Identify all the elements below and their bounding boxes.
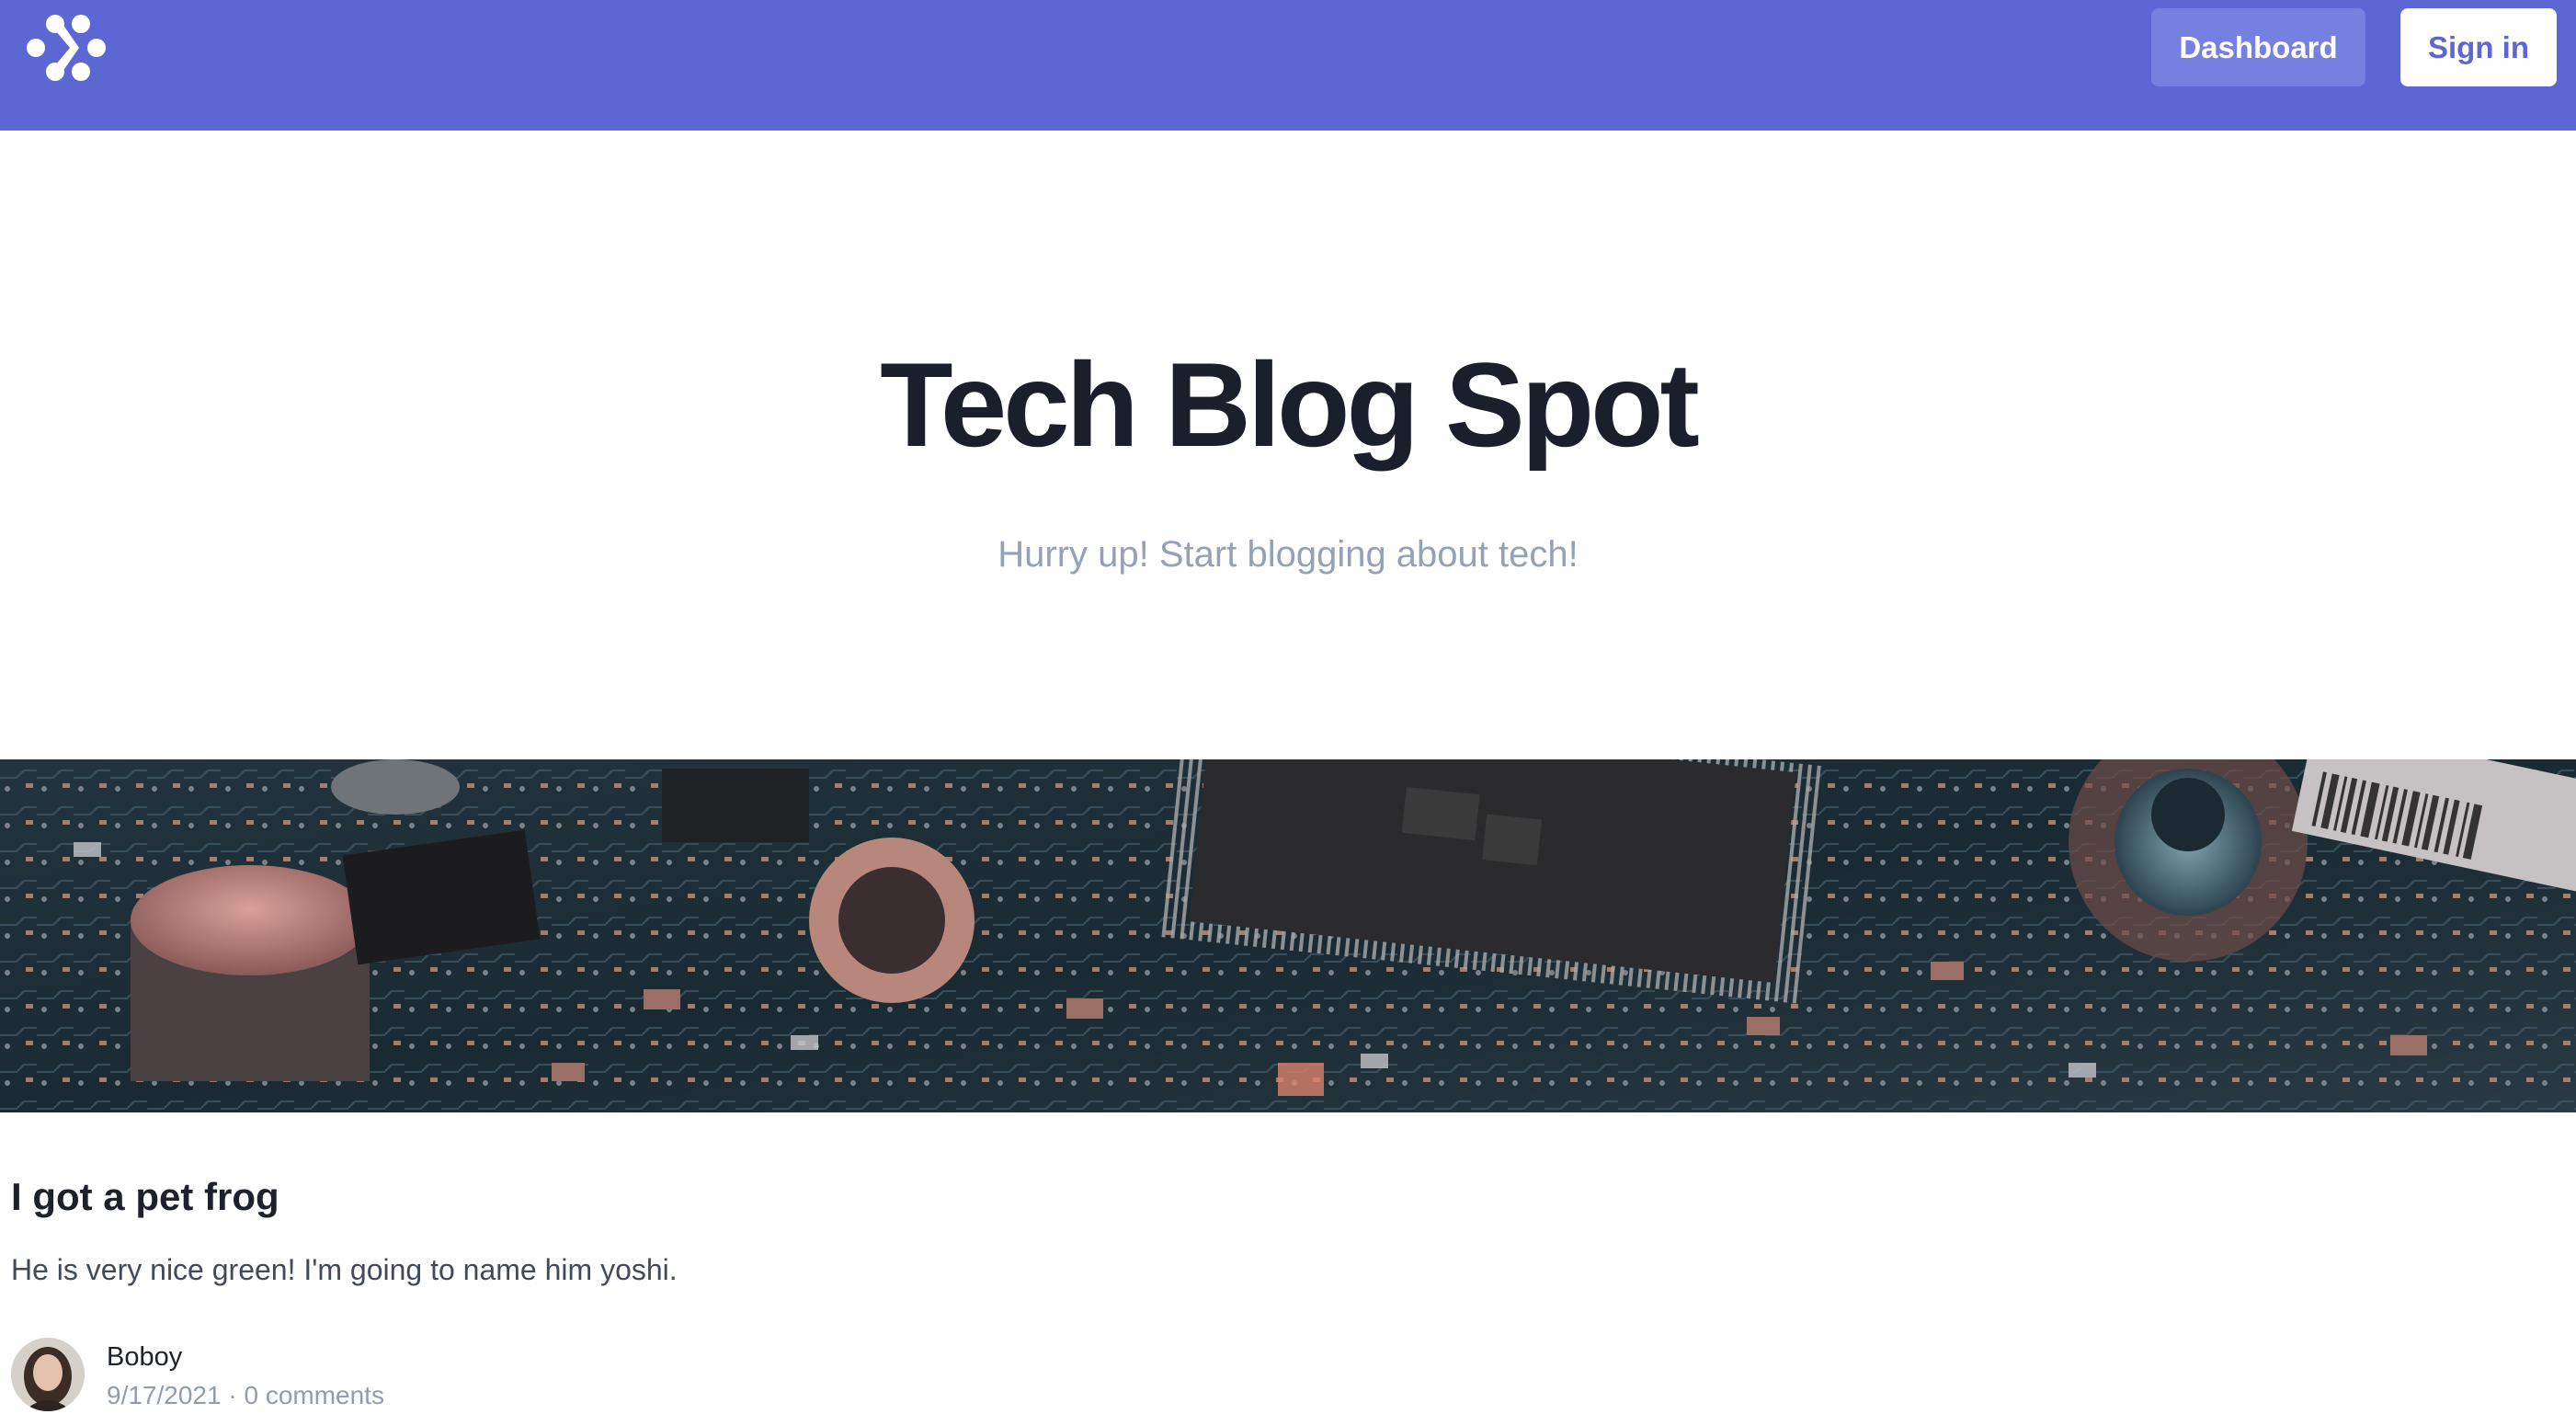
- post-comments-count[interactable]: 0 comments: [244, 1381, 384, 1409]
- page-title: Tech Blog Spot: [880, 337, 1700, 472]
- meta-separator: ·: [228, 1381, 237, 1409]
- post-date: 9/17/2021: [107, 1381, 222, 1409]
- sign-in-button[interactable]: Sign in: [2400, 8, 2557, 86]
- author-avatar: [11, 1338, 85, 1411]
- circuit-board-banner-image: [0, 759, 2576, 1112]
- page-subtitle: Hurry up! Start blogging about tech!: [997, 534, 1579, 575]
- post-author[interactable]: Boboy: [107, 1339, 182, 1375]
- post-excerpt: He is very nice green! I'm going to name…: [11, 1253, 678, 1286]
- post-meta: 9/17/2021 · 0 comments: [107, 1377, 384, 1414]
- logo-icon[interactable]: [26, 13, 107, 83]
- dashboard-button[interactable]: Dashboard: [2151, 8, 2365, 86]
- top-navbar: Dashboard Sign in: [0, 0, 2576, 131]
- post-title[interactable]: I got a pet frog: [11, 1169, 279, 1225]
